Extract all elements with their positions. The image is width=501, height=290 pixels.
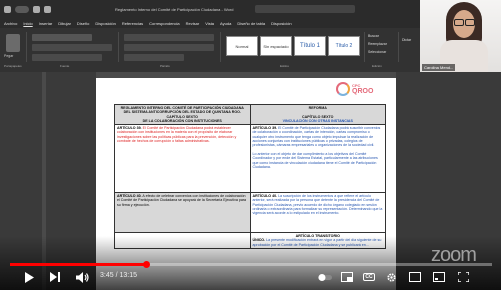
editing-group-label: Edición: [372, 64, 382, 68]
screen: Reglamento Interno del Comité de Partici…: [0, 0, 501, 290]
tab-disposición[interactable]: Disposición: [95, 21, 115, 26]
glasses-icon: [454, 19, 464, 26]
table-header-right: REFORMA CAPÍTULO SEXTO VINCULACIÓN CON O…: [249, 103, 386, 126]
cast-icon: [433, 272, 445, 282]
tab-insertar[interactable]: Insertar: [39, 21, 53, 26]
tab-revisar[interactable]: Revisar: [186, 21, 200, 26]
tab-disposición[interactable]: Disposición: [271, 21, 291, 26]
next-button[interactable]: [48, 270, 62, 284]
style-no-spacing[interactable]: Sin espaciado: [260, 36, 292, 56]
ribbon-separator: [118, 32, 119, 62]
logo-text-big: QROO: [352, 88, 374, 95]
play-icon: [25, 271, 34, 283]
style-heading-1[interactable]: Título 1: [294, 36, 326, 56]
left-header-text: REGLAMENTO INTERNO DEL COMITÉ DE PARTICI…: [120, 106, 244, 115]
clipboard-group-label: Portapapeles: [4, 64, 22, 68]
word-title-bar: Reglamento Interno del Comité de Partici…: [0, 0, 420, 18]
captions-button[interactable]: CC: [362, 270, 376, 284]
table-cell-art40-current[interactable]: ARTÍCULO 40. A efecto de celebrar conven…: [114, 192, 251, 234]
undo-icon[interactable]: [44, 5, 51, 13]
glasses-icon: [465, 19, 475, 26]
table-cell-art39-reform[interactable]: ARTÍCULO 39. El Comité de Participación …: [249, 124, 386, 194]
list-buttons[interactable]: [124, 34, 214, 41]
tab-vista[interactable]: Vista: [205, 21, 214, 26]
gear-icon: [386, 272, 396, 282]
autosave-toggle[interactable]: [15, 5, 29, 13]
settings-button[interactable]: [384, 270, 398, 284]
replace-button[interactable]: Reemplazar: [368, 42, 387, 46]
style-normal[interactable]: Normal: [226, 36, 258, 56]
left-chapter-title: DE LA COLABORACIÓN CON INSTITUCIONES: [142, 118, 222, 123]
styles-group-label: Estilos: [280, 64, 289, 68]
ribbon-separator: [26, 32, 27, 62]
fullscreen-button[interactable]: [456, 270, 470, 284]
volume-button[interactable]: [74, 270, 90, 284]
tab-correspondencia[interactable]: Correspondencia: [149, 21, 179, 26]
font-color-buttons[interactable]: [32, 54, 102, 61]
font-name-select[interactable]: [32, 34, 92, 41]
fullscreen-icon: [457, 272, 469, 282]
style-heading-2[interactable]: Título 2: [328, 36, 360, 56]
miniplayer-icon: [341, 272, 353, 282]
ribbon-separator: [220, 32, 221, 62]
tab-ayuda[interactable]: Ayuda: [220, 21, 231, 26]
save-icon[interactable]: [33, 5, 40, 13]
autosave-icon[interactable]: [4, 5, 11, 13]
right-chapter-title: VINCULACIÓN CON OTRAS INSTANCIAS: [282, 118, 353, 123]
miniplayer-button[interactable]: [340, 270, 354, 284]
document-title: Reglamento Interno del Comité de Partici…: [115, 6, 234, 12]
comparison-table[interactable]: REGLAMENTO INTERNO DEL COMITÉ DE PARTICI…: [114, 103, 386, 250]
ribbon-separator: [364, 32, 365, 62]
tab-archivo[interactable]: Archivo: [4, 21, 17, 26]
tab-dise-o-de-tabla[interactable]: Diseño de tabla: [237, 21, 265, 26]
participant-name: Carolina Mend...: [422, 64, 456, 71]
table-header-left: REGLAMENTO INTERNO DEL COMITÉ DE PARTICI…: [114, 103, 251, 126]
progress-bar[interactable]: [10, 261, 492, 268]
shading-buttons[interactable]: [124, 54, 184, 61]
time-display: 3:45 / 13:15: [100, 272, 137, 279]
captions-icon: CC: [363, 273, 375, 281]
table-cell-art40-reform[interactable]: ARTÍCULO 40. La suscripción de los instr…: [249, 192, 386, 234]
ribbon: Pegar Portapapeles Fuente Párrafo Normal…: [0, 28, 420, 73]
next-icon: [50, 272, 60, 282]
dictate-button[interactable]: Dictar: [402, 38, 411, 42]
tab-dibujar[interactable]: Dibujar: [58, 21, 71, 26]
progress-played: [10, 263, 147, 266]
autoplay-toggle[interactable]: [318, 270, 332, 284]
webcam-feed: Carolina Mend...: [420, 0, 501, 72]
tab-inicio[interactable]: Inicio: [23, 21, 32, 26]
select-button[interactable]: Seleccionar: [368, 50, 386, 54]
ribbon-tabs: Archivo Inicio Insertar Dibujar Diseño Dispos…: [0, 18, 420, 28]
ribbon-separator: [398, 32, 399, 62]
cast-button[interactable]: [432, 270, 446, 284]
tab-referencias[interactable]: Referencias: [122, 21, 143, 26]
current-time: 3:45: [100, 272, 114, 279]
theater-icon: [409, 272, 421, 282]
paragraph-group-label: Párrafo: [160, 64, 170, 68]
duration: 13:15: [119, 272, 137, 279]
theater-mode-button[interactable]: [408, 270, 422, 284]
alignment-buttons[interactable]: [124, 44, 214, 51]
autoplay-icon: [318, 273, 332, 281]
volume-icon: [75, 271, 89, 283]
play-button[interactable]: [22, 270, 36, 284]
paste-icon[interactable]: [6, 34, 20, 52]
art39-right-text2: Lo anterior con el objeto de dar cumplim…: [252, 151, 378, 169]
table-cell-art39-current[interactable]: ARTÍCULO 39. El Comité de Participación …: [114, 124, 251, 194]
right-header-text: REFORMA: [308, 106, 327, 110]
search-box[interactable]: [255, 5, 356, 13]
progress-scrubber[interactable]: [142, 261, 150, 268]
find-button[interactable]: Buscar: [368, 34, 379, 38]
tab-dise-o[interactable]: Diseño: [77, 21, 89, 26]
font-group-label: Fuente: [60, 64, 70, 68]
cpc-qroo-logo: CPC QROO: [336, 82, 376, 100]
font-format-buttons[interactable]: [32, 44, 112, 51]
logo-circle-icon: [336, 82, 350, 96]
paste-button-label[interactable]: Pegar: [4, 54, 13, 58]
